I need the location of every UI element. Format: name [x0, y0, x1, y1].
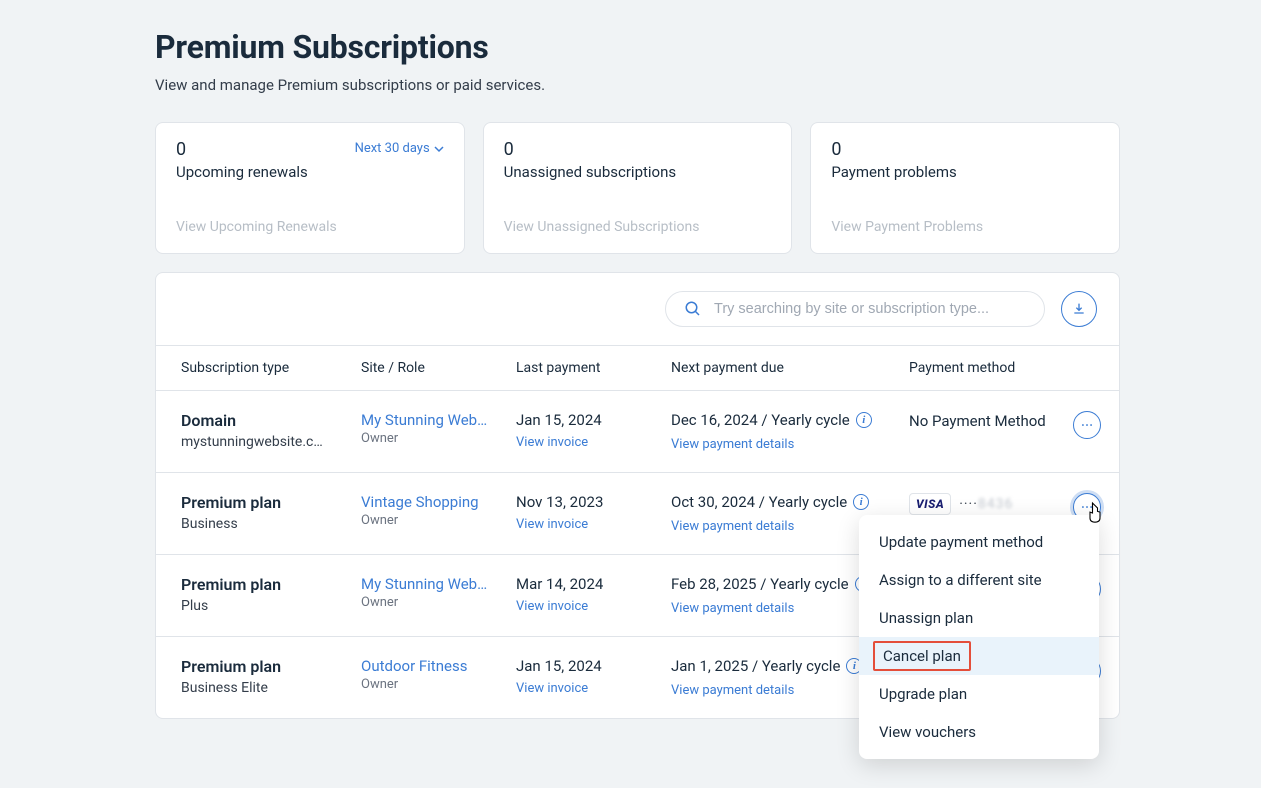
search-field[interactable]: [665, 291, 1045, 327]
page-subtitle: View and manage Premium subscriptions or…: [155, 76, 1120, 94]
subscription-type: Premium plan: [181, 493, 349, 512]
info-icon[interactable]: i: [856, 412, 872, 428]
site-link[interactable]: My Stunning Web…: [361, 411, 504, 429]
subscription-type: Premium plan: [181, 575, 349, 594]
role-label: Owner: [361, 513, 504, 528]
summary-cards: 0 Upcoming renewals Next 30 days View Up…: [155, 122, 1120, 254]
role-label: Owner: [361, 431, 504, 446]
last-payment-date: Jan 15, 2024: [516, 657, 659, 675]
subscriptions-table: Subscription type Site / Role Last payme…: [155, 272, 1120, 719]
menu-item[interactable]: Upgrade plan: [859, 675, 1099, 713]
card-count: 0: [831, 141, 956, 159]
last-payment-date: Jan 15, 2024: [516, 411, 659, 429]
next-payment-date: Jan 1, 2025 / Yearly cycle: [671, 657, 840, 675]
role-label: Owner: [361, 595, 504, 610]
card-label: Unassigned subscriptions: [504, 163, 676, 181]
card-filter-dropdown[interactable]: Next 30 days: [355, 141, 444, 156]
card-count: 0: [176, 141, 308, 159]
card-upcoming-renewals[interactable]: 0 Upcoming renewals Next 30 days View Up…: [155, 122, 465, 254]
menu-item[interactable]: View vouchers: [859, 713, 1099, 751]
menu-item[interactable]: Update payment method: [859, 523, 1099, 561]
view-invoice-link[interactable]: View invoice: [516, 517, 588, 532]
view-invoice-link[interactable]: View invoice: [516, 435, 588, 450]
card-link[interactable]: View Upcoming Renewals: [176, 219, 444, 235]
subscription-subtype: Business: [181, 516, 349, 532]
subscription-type: Premium plan: [181, 657, 349, 676]
search-icon: [684, 300, 702, 318]
visa-logo: VISA: [909, 493, 951, 515]
info-icon[interactable]: i: [853, 494, 869, 510]
table-header: Subscription type Site / Role Last payme…: [156, 345, 1119, 391]
next-payment-date: Feb 28, 2025 / Yearly cycle: [671, 575, 849, 593]
site-link[interactable]: Vintage Shopping: [361, 493, 504, 511]
card-label: Payment problems: [831, 163, 956, 181]
col-site-role: Site / Role: [361, 360, 516, 376]
next-payment-date: Oct 30, 2024 / Yearly cycle: [671, 493, 847, 511]
card-unassigned-subscriptions[interactable]: 0 Unassigned subscriptions View Unassign…: [483, 122, 793, 254]
card-label: Upcoming renewals: [176, 163, 308, 181]
card-link[interactable]: View Payment Problems: [831, 219, 1099, 235]
site-link[interactable]: Outdoor Fitness: [361, 657, 504, 675]
row-actions-button[interactable]: [1073, 411, 1101, 439]
menu-item[interactable]: Assign to a different site: [859, 561, 1099, 599]
col-payment-method: Payment method: [909, 360, 1064, 376]
view-invoice-link[interactable]: View invoice: [516, 681, 588, 696]
chevron-down-icon: [434, 144, 444, 154]
col-subscription-type: Subscription type: [181, 360, 361, 376]
page-title: Premium Subscriptions: [155, 28, 1120, 66]
site-link[interactable]: My Stunning Web…: [361, 575, 504, 593]
view-payment-details-link[interactable]: View payment details: [671, 601, 794, 616]
table-row: Premium plan Business Vintage Shopping O…: [156, 473, 1119, 555]
col-next-payment: Next payment due: [671, 360, 909, 376]
card-filter-label: Next 30 days: [355, 141, 430, 156]
subscription-subtype: Business Elite: [181, 680, 349, 696]
next-payment-date: Dec 16, 2024 / Yearly cycle: [671, 411, 850, 429]
card-mask-dots: ····: [959, 496, 978, 512]
more-horizontal-icon: [1080, 500, 1094, 514]
payment-method-card: VISA ····8436: [909, 493, 1052, 515]
download-button[interactable]: [1061, 291, 1097, 327]
menu-item[interactable]: Cancel planCancel plan: [859, 637, 1099, 675]
more-horizontal-icon: [1080, 418, 1094, 432]
card-count: 0: [504, 141, 676, 159]
view-invoice-link[interactable]: View invoice: [516, 599, 588, 614]
subscription-subtype: mystunningwebsite.c…: [181, 434, 349, 450]
download-icon: [1071, 301, 1087, 317]
view-payment-details-link[interactable]: View payment details: [671, 437, 794, 452]
last-payment-date: Nov 13, 2023: [516, 493, 659, 511]
role-label: Owner: [361, 677, 504, 692]
view-payment-details-link[interactable]: View payment details: [671, 683, 794, 698]
last-payment-date: Mar 14, 2024: [516, 575, 659, 593]
subscription-subtype: Plus: [181, 598, 349, 614]
table-toolbar: [156, 273, 1119, 345]
card-last-digits: 8436: [978, 496, 1013, 512]
view-payment-details-link[interactable]: View payment details: [671, 519, 794, 534]
payment-method-none: No Payment Method: [909, 411, 1052, 432]
row-actions-menu: Update payment methodAssign to a differe…: [859, 515, 1099, 759]
search-input[interactable]: [712, 300, 1026, 318]
menu-item[interactable]: Unassign plan: [859, 599, 1099, 637]
card-payment-problems[interactable]: 0 Payment problems View Payment Problems: [810, 122, 1120, 254]
card-link[interactable]: View Unassigned Subscriptions: [504, 219, 772, 235]
subscription-type: Domain: [181, 411, 349, 430]
col-last-payment: Last payment: [516, 360, 671, 376]
table-row: Domain mystunningwebsite.c… My Stunning …: [156, 391, 1119, 473]
